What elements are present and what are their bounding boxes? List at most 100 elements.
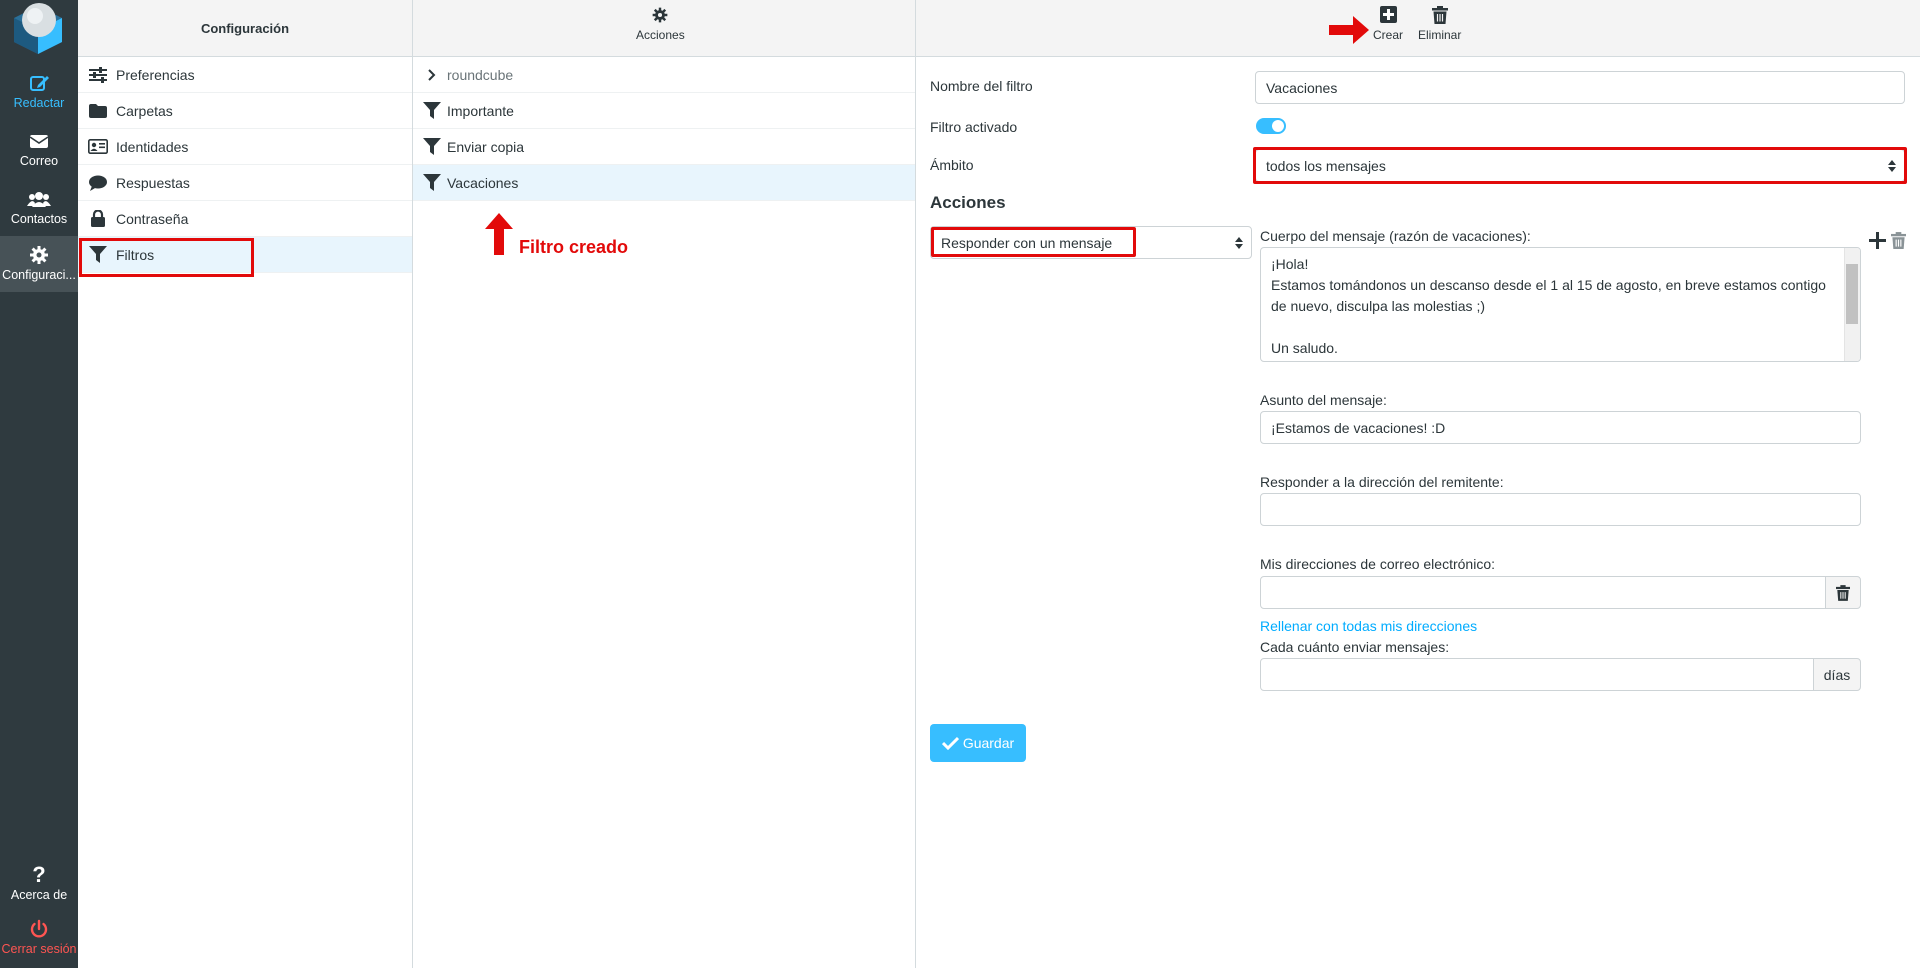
settings-title: Configuración bbox=[78, 0, 412, 57]
question-icon: ? bbox=[32, 862, 46, 887]
settings-item-responses[interactable]: Respuestas bbox=[78, 165, 412, 201]
scrollbar-thumb[interactable] bbox=[1846, 264, 1858, 324]
save-label: Guardar bbox=[962, 735, 1015, 751]
interval-input[interactable] bbox=[1260, 658, 1814, 691]
nav-about[interactable]: ? Acerca de bbox=[0, 856, 78, 912]
filter-icon bbox=[423, 101, 441, 121]
filter-item-importante[interactable]: Importante bbox=[413, 93, 915, 129]
filter-enabled-label: Filtro activado bbox=[930, 119, 1018, 135]
filters-header: Acciones bbox=[413, 0, 915, 57]
filter-item-label: Importante bbox=[447, 102, 514, 119]
reply-from-input[interactable] bbox=[1260, 493, 1861, 526]
power-icon bbox=[0, 918, 78, 940]
filter-enabled-toggle[interactable] bbox=[1256, 118, 1286, 134]
nav-logout[interactable]: Cerrar sesión bbox=[0, 910, 78, 966]
interval-unit: días bbox=[1813, 658, 1861, 691]
settings-item-label: Contraseña bbox=[116, 210, 189, 227]
nav-about-label: Acerca de bbox=[10, 888, 68, 902]
lock-icon bbox=[88, 209, 108, 229]
gear-icon bbox=[636, 6, 685, 28]
body-line: ¡Hola! bbox=[1271, 256, 1309, 272]
nav-mail-label: Correo bbox=[19, 154, 59, 168]
message-body-textarea[interactable]: ¡Hola! Estamos tomándonos un descanso de… bbox=[1260, 247, 1861, 362]
subject-input[interactable]: ¡Estamos de vacaciones! :D bbox=[1260, 411, 1861, 444]
save-button[interactable]: Guardar bbox=[930, 724, 1026, 762]
fill-all-addresses-link[interactable]: Rellenar con todas mis direcciones bbox=[1260, 618, 1477, 634]
my-addresses-input[interactable] bbox=[1260, 576, 1826, 609]
settings-sidebar: Configuración Preferencias Carpetas Iden… bbox=[78, 0, 413, 968]
settings-item-label: Carpetas bbox=[116, 102, 173, 119]
filter-item-enviar-copia[interactable]: Enviar copia bbox=[413, 129, 915, 165]
check-icon bbox=[941, 736, 959, 750]
actions-heading: Acciones bbox=[930, 193, 1006, 212]
nav-settings-label: Configuraci... bbox=[2, 268, 76, 282]
filter-icon bbox=[423, 137, 441, 157]
clear-addresses-button[interactable] bbox=[1825, 576, 1861, 609]
subject-label: Asunto del mensaje: bbox=[1260, 392, 1387, 408]
filter-item-vacaciones[interactable]: Vacaciones bbox=[413, 165, 915, 201]
interval-label: Cada cuánto enviar mensajes: bbox=[1260, 639, 1450, 655]
body-line: Estamos tomándonos un descanso desde el … bbox=[1271, 277, 1826, 293]
trash-icon bbox=[1418, 6, 1461, 28]
nav-logout-label: Cerrar sesión bbox=[1, 942, 77, 956]
nav-compose-label: Redactar bbox=[13, 96, 65, 110]
action-type-select[interactable]: Responder con un mensaje bbox=[930, 226, 1252, 259]
select-arrows-icon bbox=[1235, 236, 1243, 249]
filter-item-label: Enviar copia bbox=[447, 138, 525, 155]
select-arrows-icon bbox=[1888, 159, 1896, 172]
nav-contacts-label: Contactos bbox=[10, 212, 68, 226]
delete-action-icon[interactable] bbox=[1891, 232, 1906, 252]
sliders-icon bbox=[88, 65, 108, 85]
settings-item-folders[interactable]: Carpetas bbox=[78, 93, 412, 129]
id-card-icon bbox=[88, 137, 108, 157]
textarea-scrollbar[interactable] bbox=[1844, 248, 1860, 361]
nav-mail[interactable]: Correo bbox=[0, 122, 78, 178]
settings-item-label: Respuestas bbox=[116, 174, 190, 191]
create-label: Crear bbox=[1373, 28, 1404, 42]
filter-actions-button[interactable]: Acciones bbox=[636, 6, 685, 42]
content-toolbar: Crear Eliminar bbox=[916, 0, 1920, 57]
gear-icon bbox=[0, 244, 78, 266]
scope-select[interactable]: todos los mensajes bbox=[1255, 149, 1905, 182]
my-addresses-label: Mis direcciones de correo electrónico: bbox=[1260, 556, 1495, 572]
body-line bbox=[1271, 317, 1850, 338]
chevron-right-icon bbox=[423, 65, 441, 85]
body-line: de nuevo, disculpa las molestias ;) bbox=[1271, 298, 1485, 314]
envelope-icon bbox=[0, 130, 78, 152]
filter-name-label: Nombre del filtro bbox=[930, 78, 1033, 94]
create-button[interactable]: Crear bbox=[1373, 6, 1403, 42]
nav-compose[interactable]: Redactar bbox=[0, 64, 78, 120]
settings-item-password[interactable]: Contraseña bbox=[78, 201, 412, 237]
add-action-icon[interactable] bbox=[1869, 232, 1886, 252]
settings-item-label: Filtros bbox=[116, 246, 155, 263]
filter-edit-panel: Crear Eliminar Nombre del filtro Vacacio… bbox=[916, 0, 1920, 968]
roundcube-logo[interactable] bbox=[0, 0, 78, 56]
settings-item-identities[interactable]: Identidades bbox=[78, 129, 412, 165]
created-annotation-label: Filtro creado bbox=[519, 237, 629, 257]
trash-icon bbox=[1836, 584, 1850, 601]
scope-select-value: todos los mensajes bbox=[1266, 157, 1386, 174]
nav-settings[interactable]: Configuraci... bbox=[0, 236, 78, 292]
plus-square-icon bbox=[1373, 6, 1403, 28]
main-nav: Redactar Correo Contactos Configuraci...… bbox=[0, 0, 78, 968]
up-arrow-icon bbox=[485, 213, 513, 258]
filters-list-panel: Acciones roundcube Importante Enviar cop… bbox=[413, 0, 916, 968]
filter-icon bbox=[423, 173, 441, 193]
filter-name-input[interactable]: Vacaciones bbox=[1255, 71, 1905, 104]
filter-actions-label: Acciones bbox=[636, 28, 685, 42]
settings-item-filters[interactable]: Filtros bbox=[78, 237, 412, 277]
action-type-value: Responder con un mensaje bbox=[941, 234, 1113, 251]
delete-button[interactable]: Eliminar bbox=[1418, 6, 1461, 42]
compose-icon bbox=[0, 72, 78, 94]
reply-from-label: Responder a la dirección del remitente: bbox=[1260, 474, 1504, 490]
filter-set-roundcube[interactable]: roundcube bbox=[413, 57, 915, 93]
message-body-label: Cuerpo del mensaje (razón de vacaciones)… bbox=[1260, 228, 1531, 244]
right-arrow-icon bbox=[1329, 16, 1369, 47]
delete-label: Eliminar bbox=[1418, 28, 1462, 42]
users-icon bbox=[0, 188, 78, 210]
created-annotation: Filtro creado bbox=[485, 213, 628, 258]
settings-item-preferences[interactable]: Preferencias bbox=[78, 57, 412, 93]
nav-contacts[interactable]: Contactos bbox=[0, 180, 78, 236]
filter-set-label: roundcube bbox=[447, 66, 514, 83]
folder-icon bbox=[88, 101, 108, 121]
